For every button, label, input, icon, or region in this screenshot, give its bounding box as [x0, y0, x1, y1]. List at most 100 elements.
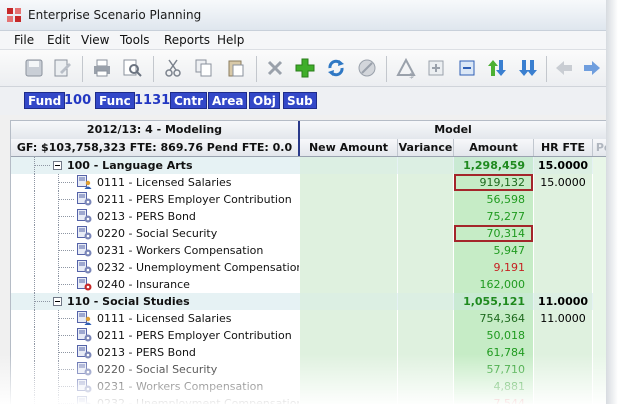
table-row[interactable]: 0211 - PERS Employer Contribution 56,598	[11, 191, 606, 208]
refresh-icon[interactable]	[324, 56, 348, 80]
segment-func-button[interactable]: Func	[95, 92, 135, 109]
column-amount[interactable]: Amount	[454, 139, 534, 156]
menu-tools[interactable]: Tools	[120, 33, 150, 47]
variance-cell[interactable]	[398, 378, 453, 395]
segment-sub-button[interactable]: Sub	[283, 92, 317, 109]
hr-fte-cell[interactable]	[534, 344, 592, 361]
amount-cell[interactable]: 61,784	[454, 344, 533, 361]
pend-cell[interactable]	[593, 395, 606, 404]
table-row[interactable]: 0231 - Workers Compensation 4,881	[11, 378, 606, 395]
print-preview-icon[interactable]	[120, 56, 144, 80]
segment-obj-button[interactable]: Obj	[249, 92, 280, 109]
pend-cell[interactable]	[593, 259, 606, 276]
hr-fte-cell[interactable]	[534, 191, 592, 208]
variance-cell[interactable]	[398, 327, 453, 344]
amount-cell[interactable]: 75,277	[454, 208, 533, 225]
variance-cell[interactable]	[398, 208, 453, 225]
pend-cell[interactable]	[593, 361, 606, 378]
table-row[interactable]: 0232 - Unemployment Compensation 7,544	[11, 395, 606, 404]
amount-cell[interactable]: 57,710	[454, 361, 533, 378]
new-amount-cell[interactable]	[300, 157, 397, 174]
cut-icon[interactable]	[161, 56, 185, 80]
print-icon[interactable]	[90, 56, 114, 80]
back-arrow-icon[interactable]	[552, 56, 576, 80]
table-row[interactable]: 0231 - Workers Compensation 5,947	[11, 242, 606, 259]
paste-icon[interactable]	[224, 56, 248, 80]
menu-reports[interactable]: Reports	[164, 33, 210, 47]
variance-cell[interactable]	[398, 259, 453, 276]
edit-document-icon[interactable]	[50, 56, 74, 80]
new-amount-cell[interactable]	[300, 174, 397, 191]
hr-fte-cell[interactable]: 15.0000	[534, 157, 592, 174]
amount-cell[interactable]: 70,314	[454, 225, 533, 242]
hr-fte-cell[interactable]	[534, 361, 592, 378]
segment-cntr-button[interactable]: Cntr	[170, 92, 208, 109]
hr-fte-cell[interactable]	[534, 378, 592, 395]
segment-fund-button[interactable]: Fund	[24, 92, 66, 109]
pend-cell[interactable]	[593, 378, 606, 395]
sort-up-down-icon[interactable]	[485, 56, 509, 80]
amount-cell[interactable]: 4,881	[454, 378, 533, 395]
sort-down-icon[interactable]	[516, 56, 540, 80]
hr-fte-cell[interactable]	[534, 327, 592, 344]
menu-edit[interactable]: Edit	[47, 33, 70, 47]
cancel-icon[interactable]	[355, 56, 379, 80]
pend-cell[interactable]	[593, 208, 606, 225]
pend-cell[interactable]	[593, 242, 606, 259]
hr-fte-cell[interactable]	[534, 225, 592, 242]
pend-cell[interactable]	[593, 276, 606, 293]
new-amount-cell[interactable]	[300, 361, 397, 378]
collapse-minus-icon[interactable]	[455, 56, 479, 80]
pend-cell[interactable]	[593, 293, 606, 310]
amount-cell[interactable]: 919,132	[454, 174, 533, 191]
variance-cell[interactable]	[398, 344, 453, 361]
variance-cell[interactable]	[398, 310, 453, 327]
new-amount-cell[interactable]	[300, 225, 397, 242]
menu-view[interactable]: View	[81, 33, 109, 47]
hr-fte-cell[interactable]	[534, 395, 592, 404]
pend-cell[interactable]	[593, 191, 606, 208]
variance-cell[interactable]	[398, 242, 453, 259]
amount-cell[interactable]: 1,055,121	[454, 293, 533, 310]
table-row[interactable]: 0220 - Social Security 70,314	[11, 225, 606, 242]
summary-header[interactable]: GF: $103,758,323 FTE: 869.76 Pend FTE: 0…	[11, 139, 300, 156]
delete-icon[interactable]	[263, 56, 287, 80]
table-row[interactable]: 0220 - Social Security 57,710	[11, 361, 606, 378]
group-row[interactable]: 110 - Social Studies 1,055,121 11.0000	[11, 293, 606, 310]
new-amount-cell[interactable]	[300, 259, 397, 276]
amount-cell[interactable]: 7,544	[454, 395, 533, 404]
variance-cell[interactable]	[398, 157, 453, 174]
new-amount-cell[interactable]	[300, 242, 397, 259]
variance-cell[interactable]	[398, 191, 453, 208]
pend-cell[interactable]	[593, 157, 606, 174]
amount-cell[interactable]: 754,364	[454, 310, 533, 327]
column-hr-fte[interactable]: HR FTE	[534, 139, 593, 156]
hr-fte-cell[interactable]: 11.0000	[534, 293, 592, 310]
new-amount-cell[interactable]	[300, 208, 397, 225]
new-amount-cell[interactable]	[300, 344, 397, 361]
amount-cell[interactable]: 1,298,459	[454, 157, 533, 174]
amount-cell[interactable]: 9,191	[454, 259, 533, 276]
column-new-amount[interactable]: New Amount	[300, 139, 398, 156]
column-pend[interactable]: Pen	[593, 139, 606, 156]
hr-fte-cell[interactable]	[534, 208, 592, 225]
amount-cell[interactable]: 5,947	[454, 242, 533, 259]
formula-delta-icon[interactable]: $	[394, 56, 418, 80]
new-amount-cell[interactable]	[300, 293, 397, 310]
new-amount-cell[interactable]	[300, 395, 397, 404]
amount-cell[interactable]: 56,598	[454, 191, 533, 208]
table-row[interactable]: 0232 - Unemployment Compensation 9,191	[11, 259, 606, 276]
hr-fte-cell[interactable]: 11.0000	[534, 310, 592, 327]
variance-cell[interactable]	[398, 293, 453, 310]
pend-cell[interactable]	[593, 225, 606, 242]
pend-cell[interactable]	[593, 344, 606, 361]
variance-cell[interactable]	[398, 225, 453, 242]
save-icon[interactable]	[22, 56, 46, 80]
table-row[interactable]: 0240 - Insurance 162,000	[11, 276, 606, 293]
menu-help[interactable]: Help	[217, 33, 244, 47]
variance-cell[interactable]	[398, 395, 453, 404]
variance-cell[interactable]	[398, 276, 453, 293]
column-variance[interactable]: Variance	[398, 139, 454, 156]
add-icon[interactable]	[293, 56, 317, 80]
new-amount-cell[interactable]	[300, 378, 397, 395]
